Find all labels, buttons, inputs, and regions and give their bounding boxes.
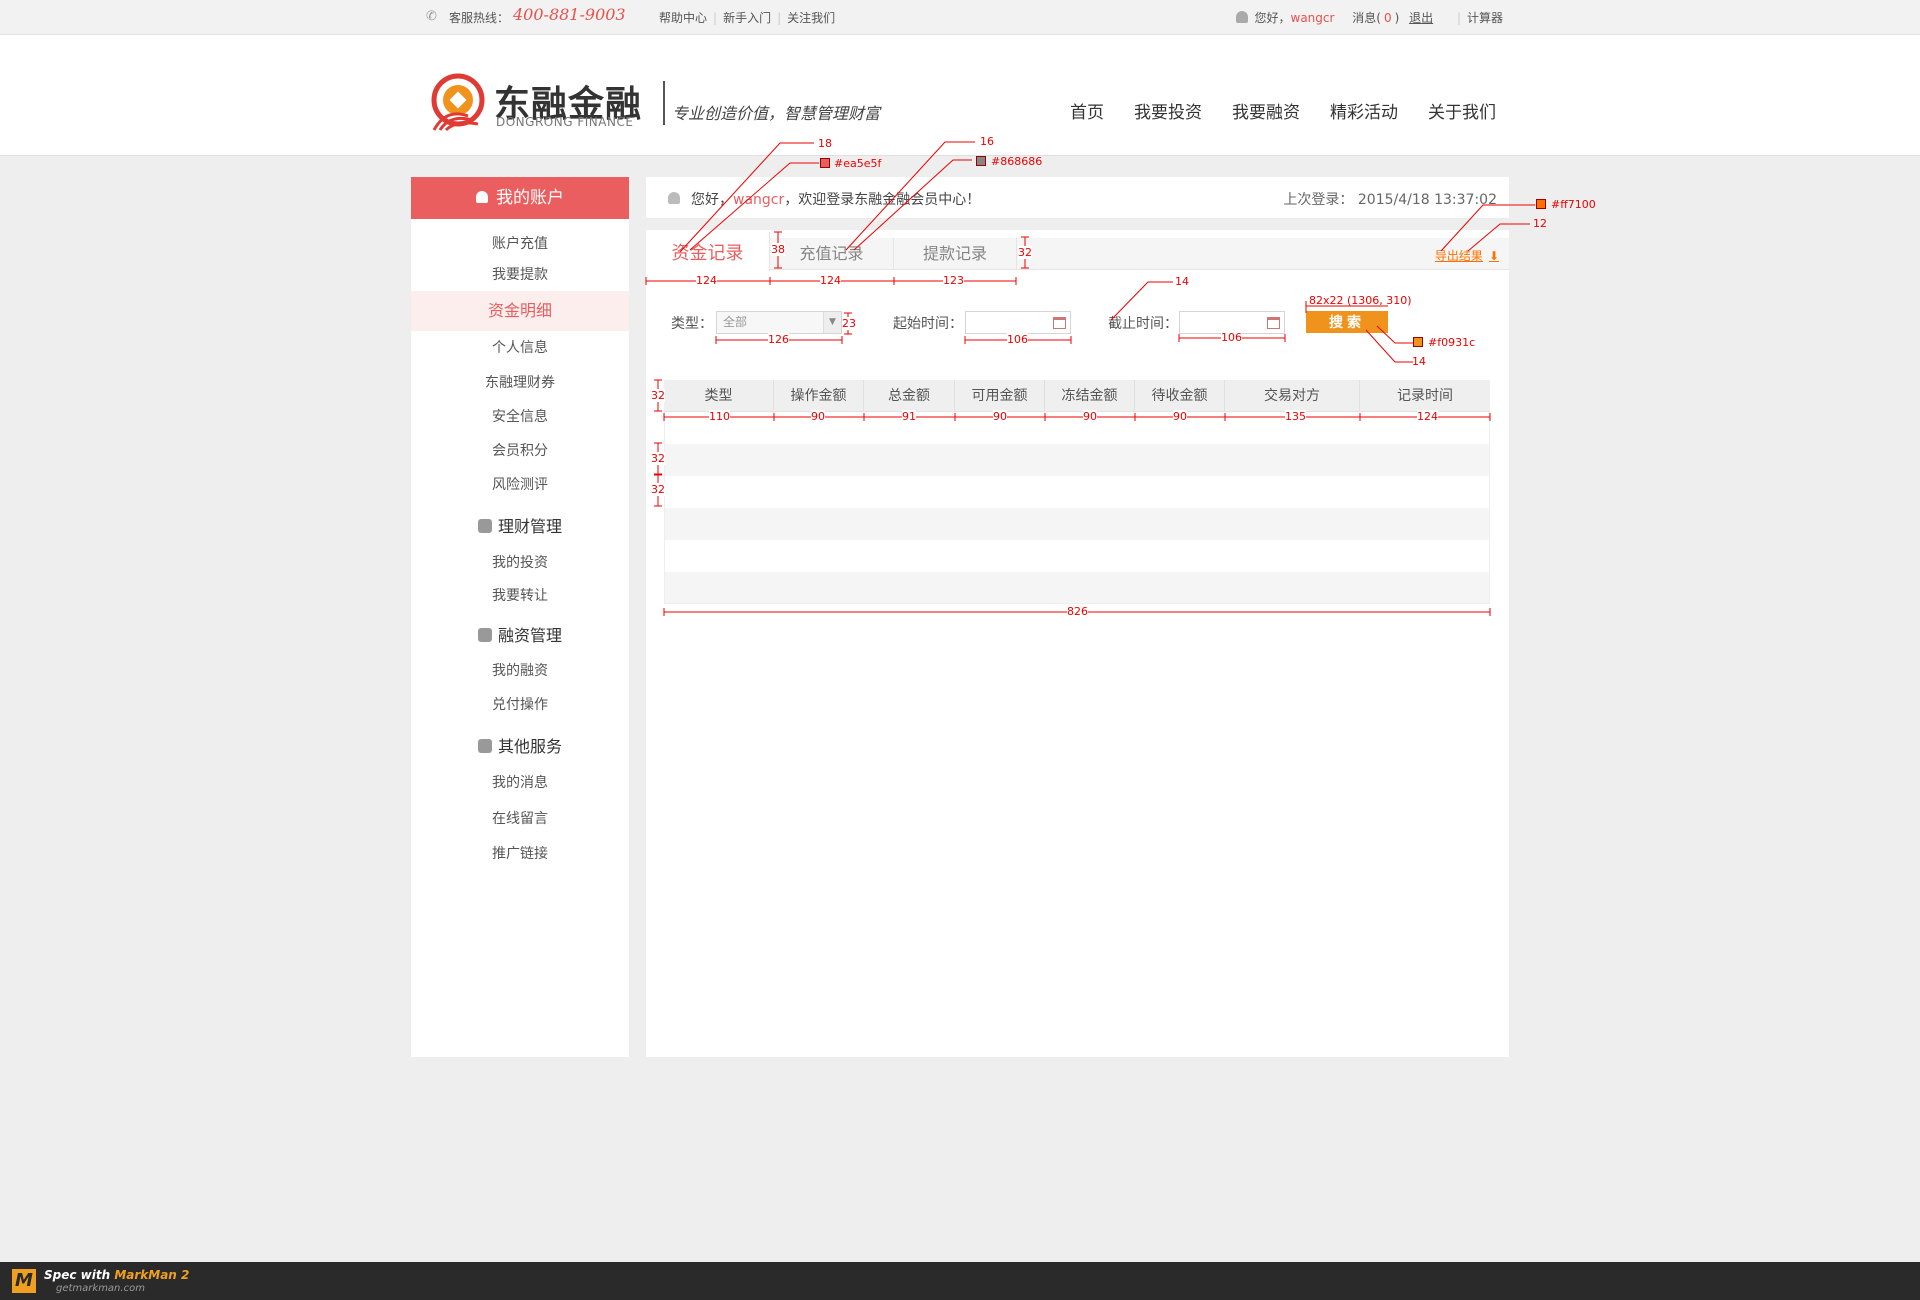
spec-col-width: 90 [1173,410,1187,423]
spec-tab-width: 123 [943,274,964,287]
spec-date-width: 106 [1007,333,1028,346]
spec-tab-height: 38 [771,243,785,256]
markman-footer: M Spec with MarkMan 2 getmarkman.com [0,1262,1920,1300]
spec-tab-font: 16 [980,135,994,148]
spec-swatch [1413,337,1423,347]
spec-export-font: 12 [1533,217,1547,230]
spec-row-height: 32 [651,483,665,496]
spec-select-width: 126 [768,333,789,346]
spec-search-size: 82x22 (1306, 310) [1309,294,1412,307]
markman-url[interactable]: getmarkman.com [56,1283,145,1294]
spec-tab-width: 124 [820,274,841,287]
spec-col-width: 90 [811,410,825,423]
spec-row-height: 32 [651,389,665,402]
markman-logo-icon: M [12,1269,36,1293]
spec-row-height: 32 [651,452,665,465]
spec-search-color: #f0931c [1428,336,1476,349]
spec-select-height: 23 [842,317,856,330]
spec-tabbar-height: 32 [1018,246,1032,259]
spec-tab-width: 124 [696,274,717,287]
spec-col-width: 135 [1285,410,1306,423]
spec-swatch [820,158,830,168]
spec-search-font: 14 [1412,355,1426,368]
spec-col-width: 91 [902,410,916,423]
markman-brand: Spec with MarkMan 2 [44,1268,190,1282]
spec-col-width: 110 [709,410,730,423]
spec-overlay [645,141,1535,616]
spec-col-width: 90 [993,410,1007,423]
spec-end-label-font: 14 [1175,275,1189,288]
spec-tab-color-active: #ea5e5f [834,157,882,170]
spec-swatch [1536,199,1546,209]
spec-tab-font-active: 18 [818,137,832,150]
spec-col-width: 124 [1417,410,1438,423]
spec-col-width: 90 [1083,410,1097,423]
spec-swatch [976,156,986,166]
spec-table-width: 826 [1067,605,1088,618]
spec-tab-color: #868686 [991,155,1043,168]
spec-export-color: #ff7100 [1551,198,1596,211]
spec-date-width: 106 [1221,331,1242,344]
